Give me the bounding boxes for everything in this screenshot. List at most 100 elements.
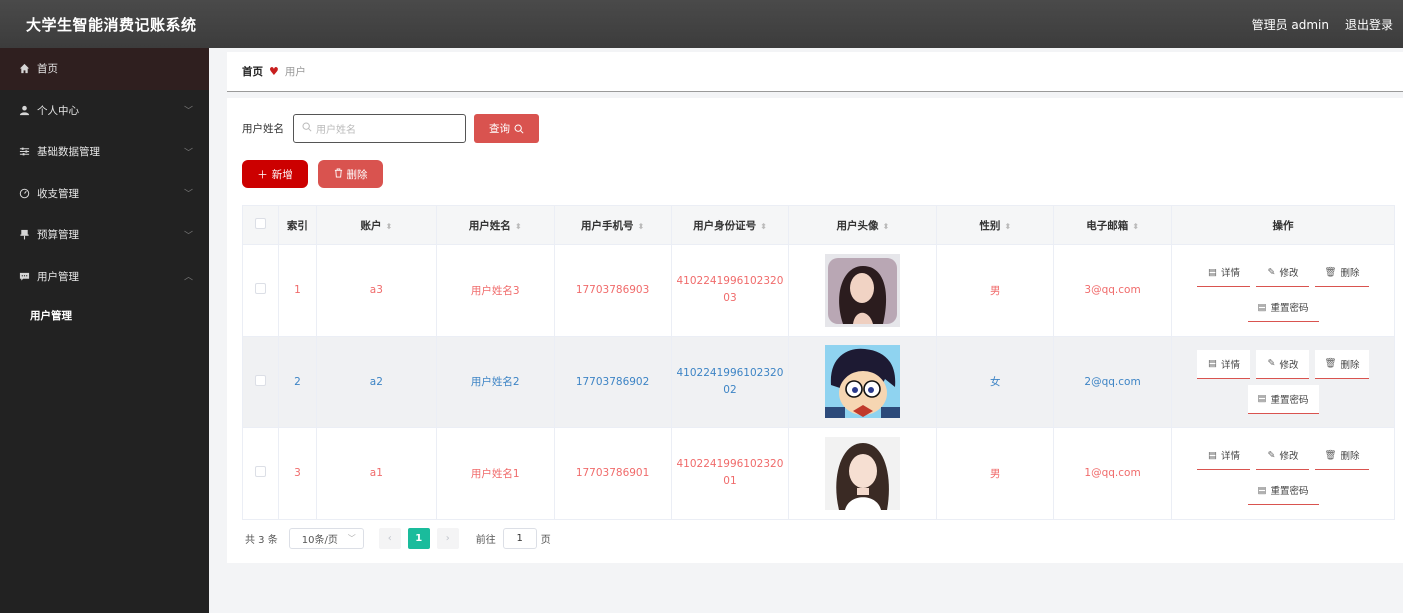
sort-icon[interactable]: ⬍ [1132,222,1139,231]
sort-icon[interactable]: ⬍ [760,222,767,231]
header-user-area: 管理员 admin 退出登录 [1252,16,1393,33]
column-header-ops: 操作 [1171,205,1395,245]
header-label: 电子邮箱 [1086,219,1129,232]
select-all-checkbox[interactable] [254,218,266,229]
breadcrumb-home[interactable]: 首页 [242,64,263,79]
row-checkbox-cell [242,427,279,520]
batch-delete-label: 删除 [346,168,368,181]
sidebar-item-basic-data[interactable]: 基础数据管理 ﹀ [0,131,209,173]
row-checkbox[interactable] [254,466,266,478]
sort-icon[interactable]: ⬍ [637,222,644,231]
column-header-phone[interactable]: 用户手机号 ⬍ [554,205,672,245]
pencil-icon: ✎ [1267,266,1276,278]
cell-account: a3 [316,244,437,337]
detail-button[interactable]: ▤ 详情 [1197,441,1251,471]
cell-ops: ▤ 详情 ✎ 修改 🗑︎ 删除 ▤ 重置密码 [1171,244,1395,337]
sidebar-item-label: 收支管理 [37,187,79,200]
batch-delete-button[interactable]: 删除 [318,160,383,188]
page-suffix-label: 页 [540,535,551,546]
search-icon [514,124,524,134]
goto-page-input[interactable]: 1 [502,528,537,549]
column-header-account[interactable]: 账户 ⬍ [316,205,437,245]
detail-label: 详情 [1220,268,1240,280]
add-button-label: 新增 [271,168,293,181]
row-actions-line: ▤ 详情 ✎ 修改 🗑︎ 删除 [1197,349,1369,379]
cell-email: 3@qq.com [1053,244,1173,337]
column-header-email[interactable]: 电子邮箱 ⬍ [1053,205,1173,245]
reset-password-button[interactable]: ▤ 重置密码 [1247,384,1319,414]
detail-button[interactable]: ▤ 详情 [1197,349,1251,379]
column-header-idcard[interactable]: 用户身份证号 ⬍ [671,205,790,245]
avatar-image[interactable] [825,436,901,510]
avatar-image[interactable] [825,345,901,419]
search-placeholder: 用户姓名 [316,125,356,136]
page-size-select[interactable]: 10条/页 ﹀ [288,528,364,549]
sort-icon[interactable]: ⬍ [1004,222,1011,231]
trash-icon [334,168,343,181]
cell-idcard: 410224199610232001 [671,427,790,520]
query-button-label: 查询 [489,123,510,135]
avatar-image[interactable] [825,253,901,327]
page-size-value: 10条/页 [301,535,338,546]
plus-icon: ＋ [257,168,268,181]
sidebar-item-income-expense[interactable]: 收支管理 ﹀ [0,173,209,215]
delete-button[interactable]: 🗑︎ 删除 [1315,258,1369,288]
next-page-button[interactable]: › [436,528,459,549]
column-header-gender[interactable]: 性别 ⬍ [936,205,1055,245]
edit-button[interactable]: ✎ 修改 [1256,349,1310,379]
query-button[interactable]: 查询 [474,114,539,143]
document-icon: ▤ [1257,301,1267,313]
sort-icon[interactable]: ⬍ [385,222,392,231]
cell-phone: 17703786903 [554,244,672,337]
reset-password-label: 重置密码 [1270,486,1309,498]
sidebar-item-home[interactable]: 首页 [0,48,209,90]
row-actions: ▤ 详情 ✎ 修改 🗑︎ 删除 ▤ 重置密码 [1172,258,1394,323]
sidebar-item-budget[interactable]: 预算管理 ﹀ [0,214,209,256]
column-header-name[interactable]: 用户姓名 ⬍ [436,205,555,245]
column-header-avatar[interactable]: 用户头像 ⬍ [788,205,938,245]
edit-button[interactable]: ✎ 修改 [1256,258,1310,288]
table-row: 2 a2 用户姓名2 17703786902 41022419961023200… [242,336,1395,428]
row-checkbox[interactable] [254,283,266,295]
add-button[interactable]: ＋ 新增 [242,160,308,188]
cell-gender: 女 [936,336,1055,428]
trash-icon: 🗑︎ [1324,449,1337,461]
admin-user-label[interactable]: 管理员 admin [1252,16,1329,33]
row-checkbox-cell [242,336,279,428]
delete-button[interactable]: 🗑︎ 删除 [1315,441,1369,471]
row-actions: ▤ 详情 ✎ 修改 🗑︎ 删除 ▤ 重置密码 [1172,441,1394,506]
sidebar: 首页 个人中心 ﹀ 基础数据管理 ﹀ 收支管理 ﹀ 预算管理 ﹀ 用户管理 ︿ [0,48,209,613]
prev-page-button[interactable]: ‹ [378,528,401,549]
table-row: 1 a3 用户姓名3 17703786903 41022419961023200… [242,244,1395,337]
page-number-button[interactable]: 1 [407,528,430,549]
row-checkbox[interactable] [254,374,266,386]
sort-icon[interactable]: ⬍ [882,222,889,231]
reset-password-button[interactable]: ▤ 重置密码 [1247,476,1319,506]
cell-index: 2 [278,336,317,428]
sidebar-subitem-user-management[interactable]: 用户管理 [0,297,209,333]
edit-label: 修改 [1279,451,1299,463]
sidebar-item-personal-center[interactable]: 个人中心 ﹀ [0,90,209,132]
detail-button[interactable]: ▤ 详情 [1197,258,1251,288]
sidebar-item-user-management[interactable]: 用户管理 ︿ [0,256,209,298]
cell-index: 1 [278,244,317,337]
table-header-row: 索引 账户 ⬍ 用户姓名 ⬍ 用户手机号 ⬍ 用户身份证号 ⬍ 用户头像 ⬍ 性别 ⬍ 电子… [242,205,1395,245]
cell-phone: 17703786901 [554,427,672,520]
idcard-text: 410224199610232001 [676,458,784,488]
sidebar-item-label: 基础数据管理 [37,146,100,159]
logout-button[interactable]: 退出登录 [1345,16,1393,33]
reset-password-button[interactable]: ▤ 重置密码 [1247,293,1319,323]
home-icon [18,63,30,75]
cell-avatar [788,244,938,337]
search-input[interactable]: 用户姓名 [293,114,466,143]
cell-avatar [788,427,938,520]
pagination-total: 共 3 条 [245,535,278,546]
header-label: 账户 [360,219,382,232]
sort-icon[interactable]: ⬍ [515,222,522,231]
delete-button[interactable]: 🗑︎ 删除 [1315,349,1369,379]
heart-icon: ♥ [269,65,279,78]
edit-button[interactable]: ✎ 修改 [1256,441,1310,471]
cell-avatar [788,336,938,428]
chat-icon [18,270,30,282]
cell-name: 用户姓名1 [436,427,555,520]
